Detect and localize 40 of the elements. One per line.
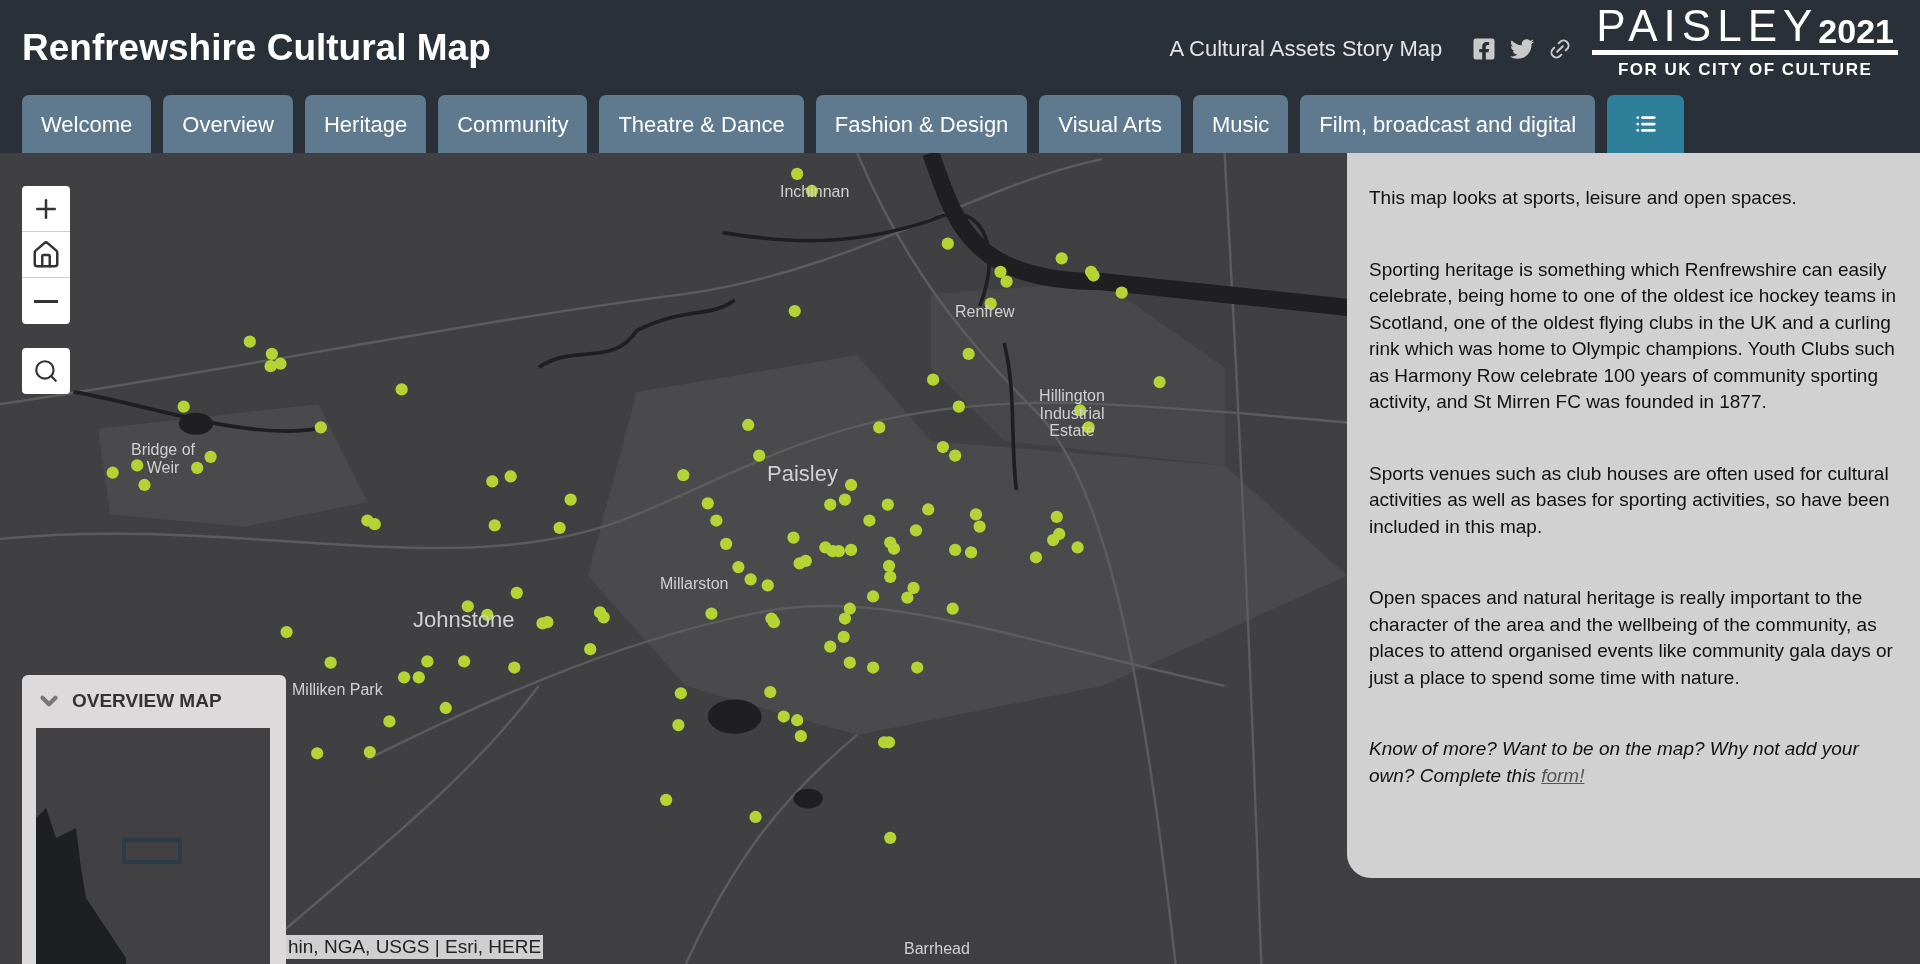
facebook-icon[interactable] [1472,36,1497,61]
place-label: Paisley [767,462,838,487]
nav-tab[interactable]: Community [438,95,588,153]
panel-paragraph: Sporting heritage is something which Renfrewshire can easily celebrate, being home to one of the oldest ice hockey teams in Scotland, one of the oldest flying clubs in the UK and a curling rink which was home to Olympic champions. Youth Clubs such as Harmony Row celebrate 100 years of community sporting activity, and St Mirren FC was founded in 1877. [1369,257,1898,414]
panel-note: Know of more? Want to be on the map? Why not add your own? Complete this form! [1369,737,1861,788]
twitter-icon[interactable] [1510,36,1535,61]
nav-tab[interactable]: Film, broadcast and digital [1300,95,1596,153]
app-subtitle: A Cultural Assets Story Map [1169,35,1443,63]
place-label: Renfrew [955,303,1015,321]
zoom-out-button[interactable] [22,278,70,324]
search-icon [33,358,59,384]
home-button[interactable] [22,232,70,278]
nav-tab[interactable]: Fashion & Design [815,95,1028,153]
overview-map-toggle[interactable]: OVERVIEW MAP [36,687,222,716]
map-drawing[interactable] [0,153,1347,964]
city-of-culture-logo: PAISLEY 2021 FOR UK CITY OF CULTURE [1592,4,1898,83]
place-label: Johnstone [413,608,515,633]
place-label: Bridge of Weir [129,441,196,477]
panel-paragraph: Sports venues such as club houses are often used for cultural activities as well as bases for sporting activities, so have been included in this map. [1369,461,1891,539]
home-icon [31,239,61,270]
panel-paragraph: This map looks at sports, leisure and open spaces. [1369,186,1798,210]
nav-tab[interactable]: Overview [163,95,293,153]
app-title: Renfrewshire Cultural Map [22,26,491,70]
contents-button[interactable] [1607,95,1685,153]
place-label: Milliken Park [292,681,383,699]
search-button[interactable] [22,348,70,394]
form-link[interactable]: form! [1541,764,1585,786]
nav-tab[interactable]: Theatre & Dance [599,95,804,153]
nav-tab[interactable]: Visual Arts [1039,95,1181,153]
list-icon [1634,113,1657,135]
zoom-in-button[interactable] [22,186,70,232]
nav-tab[interactable]: Music [1192,95,1289,153]
map-attribution: hin, NGA, USGS | Esri, HERE [286,935,544,959]
place-label: Hillington Industrial Estate [1038,387,1106,440]
minus-icon [34,299,58,303]
panel-paragraph: Open spaces and natural heritage is really important to the character of the area and the wellbeing of the community, as places to attend organised events like community gala days or just a place to spend some time with nature. [1369,586,1894,690]
place-label: Barrhead [904,940,970,958]
place-label: Millarston [660,575,729,593]
nav-tab[interactable]: Heritage [305,95,427,153]
nav-tab[interactable]: Welcome [22,95,152,153]
